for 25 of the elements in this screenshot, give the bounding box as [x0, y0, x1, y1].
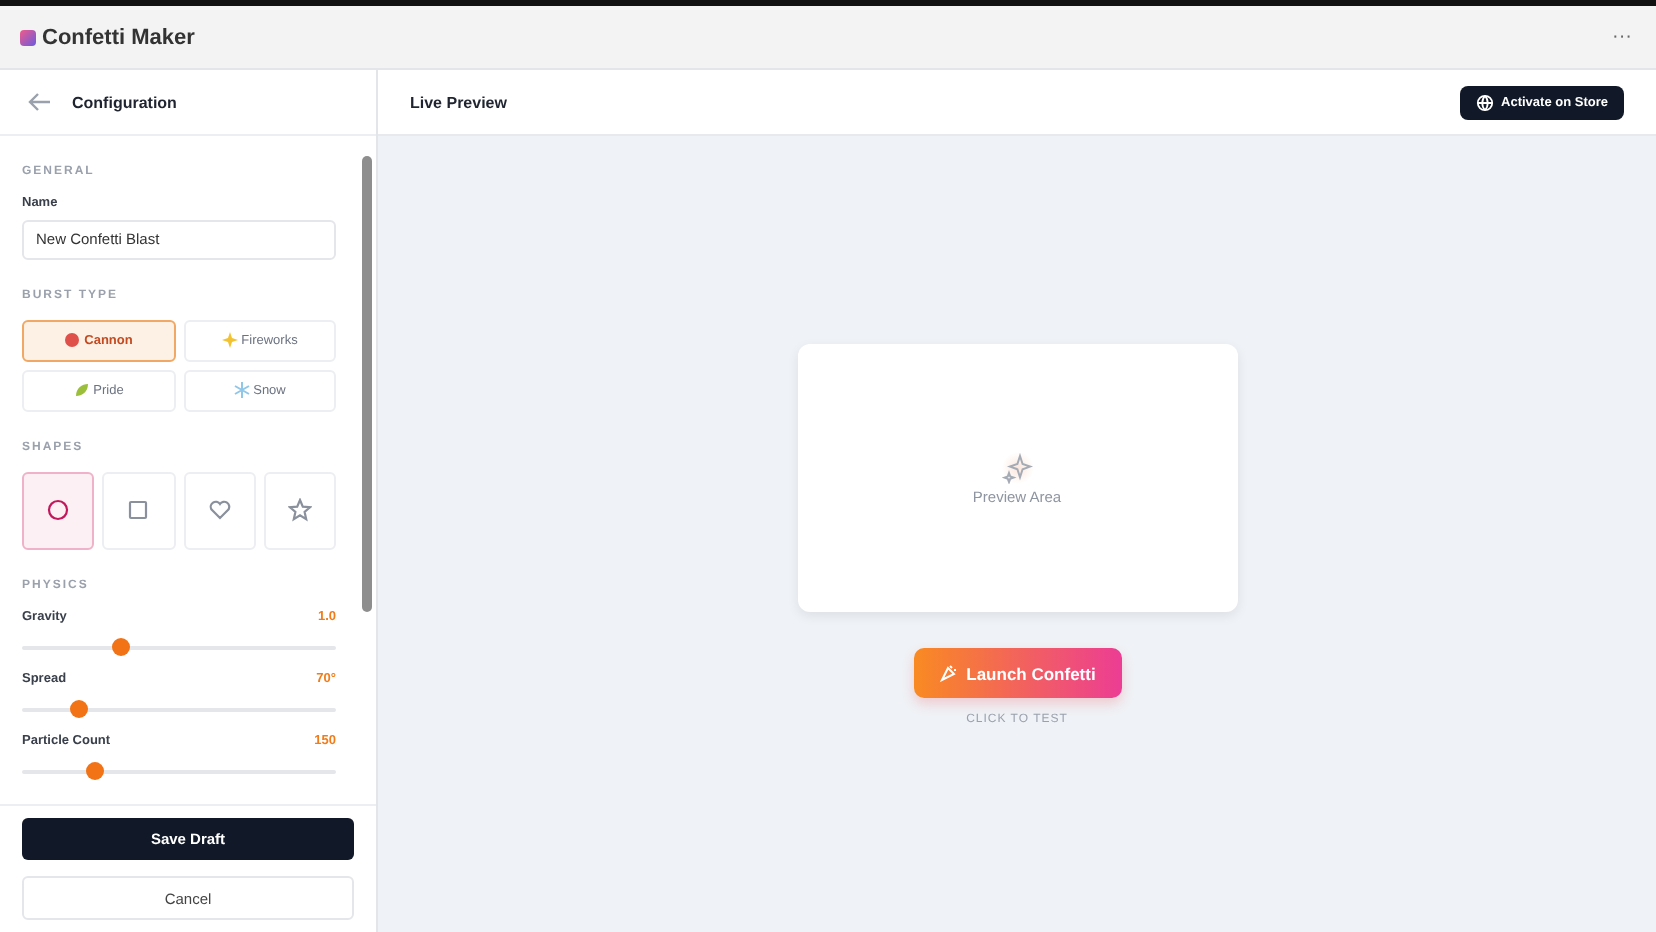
launch-confetti-button[interactable]: Launch Confetti [913, 648, 1121, 698]
square-shape-option[interactable] [102, 471, 175, 549]
square-icon [126, 498, 151, 522]
star-icon [287, 498, 312, 522]
panel-title: Configuration [72, 93, 177, 111]
app-title: Confetti Maker [42, 25, 195, 49]
sparkles-icon [1001, 451, 1033, 483]
snowflake-icon [233, 382, 250, 398]
slider-thumb[interactable] [70, 699, 89, 717]
globe-icon [1475, 93, 1494, 111]
party-popper-icon [938, 663, 959, 683]
circle-shape-option[interactable] [22, 471, 95, 549]
leaf-icon [73, 382, 90, 398]
preview-title: Live Preview [410, 93, 507, 111]
circle-icon [46, 498, 71, 522]
app-logo-icon [20, 29, 36, 45]
sparkle-icon [221, 332, 238, 348]
star-shape-option[interactable] [263, 471, 336, 549]
more-menu-button[interactable]: ··· [1604, 26, 1640, 48]
slider-thumb[interactable] [111, 637, 130, 655]
target-icon [64, 332, 81, 348]
heart-icon [207, 498, 232, 522]
back-arrow-icon[interactable] [28, 92, 52, 112]
slider-thumb[interactable] [86, 761, 105, 779]
heart-shape-option[interactable] [183, 471, 256, 549]
